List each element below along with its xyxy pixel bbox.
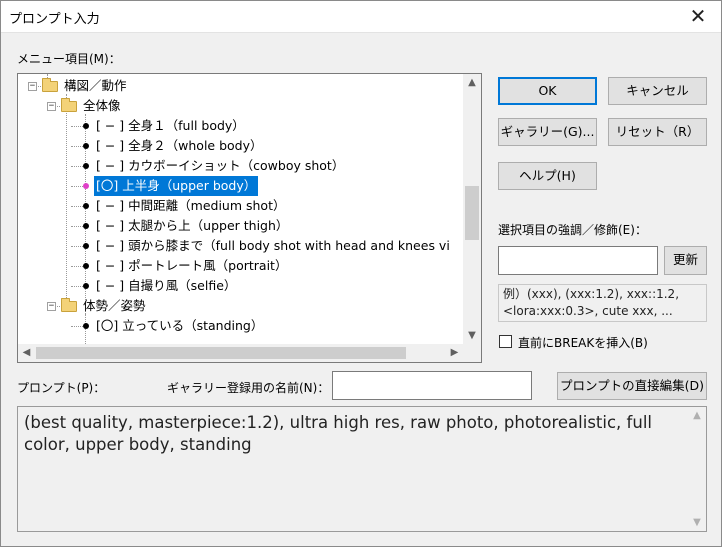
tree-node-label: [ − ] ポートレート風（portrait） (96, 258, 288, 273)
prompt-vertical-scrollbar[interactable]: ▲ ▼ (688, 407, 706, 531)
tree-node-label: [ − ] カウボーイショット（cowboy shot） (96, 158, 345, 173)
window-title: プロンプト入力 (9, 12, 100, 27)
tree-node-label: [ − ] 自撮り風（selfie） (96, 278, 237, 293)
ok-button[interactable]: OK (498, 77, 597, 105)
tree-item[interactable]: [ − ] 全身２（whole body） (18, 136, 463, 156)
tree-item[interactable]: [ − ] 中間距離（medium shot） (18, 196, 463, 216)
emphasis-input[interactable] (498, 246, 658, 275)
bullet-icon (83, 123, 89, 129)
tree-item[interactable]: [ − ] 自撮り風（selfie） (18, 276, 463, 296)
tree-node-label: 全体像 (83, 98, 121, 113)
collapse-icon[interactable]: − (28, 82, 37, 91)
scroll-up-icon[interactable]: ▲ (688, 407, 706, 424)
tree-node-label: [ − ] 全身２（whole body） (96, 138, 263, 153)
tree-node-label: [ − ] 全身１（full body） (96, 118, 245, 133)
folder-icon (42, 78, 58, 92)
vertical-scroll-thumb[interactable] (465, 185, 479, 240)
bullet-icon (83, 263, 89, 269)
collapse-icon[interactable]: − (47, 102, 56, 111)
bullet-icon (83, 163, 89, 169)
scroll-down-icon[interactable]: ▼ (688, 514, 706, 531)
scroll-left-icon[interactable]: ◀ (18, 344, 35, 362)
tree-node-label: [ − ] 中間距離（medium shot） (96, 198, 286, 213)
tree-vertical-scrollbar[interactable]: ▲ ▼ (463, 74, 481, 344)
tree-node-label: 体勢／姿勢 (83, 298, 146, 313)
tree-item[interactable]: [ − ] 頭から膝まで（full body shot with head an… (18, 236, 463, 256)
bullet-icon (83, 183, 89, 189)
tree-item[interactable]: [ − ] 全身１（full body） (18, 116, 463, 136)
update-button[interactable]: 更新 (664, 246, 707, 275)
bullet-icon (83, 203, 89, 209)
scroll-corner (463, 344, 481, 362)
tree-horizontal-scrollbar[interactable]: ◀ ▶ (18, 344, 463, 362)
prompt-textarea[interactable]: (best quality, masterpiece:1.2), ultra h… (17, 406, 707, 532)
tree-item[interactable]: [〇] 上半身（upper body） (18, 176, 463, 196)
scroll-up-icon[interactable]: ▲ (463, 74, 481, 91)
tree-folder-node[interactable]: − 構図／動作 (18, 76, 463, 96)
tree-item[interactable]: [ − ] 太腿から上（upper thigh） (18, 216, 463, 236)
tree-node-label: [〇] 上半身（upper body） (94, 176, 259, 196)
bullet-icon (83, 223, 89, 229)
cancel-button[interactable]: キャンセル (608, 77, 707, 105)
title-bar: プロンプト入力 ✕ (1, 1, 721, 33)
bullet-icon (83, 143, 89, 149)
tree-canvas: − 構図／動作 − 全体像[ − ] 全身１（full body）[ − ] 全身２（… (18, 74, 463, 344)
menu-items-label: メニュー項目(M)： (17, 52, 121, 66)
horizontal-scroll-thumb[interactable] (36, 347, 406, 359)
insert-break-checkbox[interactable] (499, 335, 512, 348)
help-button[interactable]: ヘルプ(H) (498, 162, 597, 190)
tree-node-label: [ − ] 太腿から上（upper thigh） (96, 218, 289, 233)
folder-icon (61, 98, 77, 112)
prompt-label: プロンプト(P)： (17, 381, 106, 395)
prompt-input-dialog: プロンプト入力 ✕ メニュー項目(M)： − 構図／動作 − 全体像[ − ] 全身１… (0, 0, 722, 547)
tree-node-label: 構図／動作 (64, 78, 127, 93)
tree-item[interactable]: [ − ] ポートレート風（portrait） (18, 256, 463, 276)
gallery-name-label: ギャラリー登録用の名前(N)： (167, 381, 330, 395)
bullet-icon (83, 283, 89, 289)
prompt-text[interactable]: (best quality, masterpiece:1.2), ultra h… (24, 412, 684, 456)
scroll-right-icon[interactable]: ▶ (446, 344, 463, 362)
bullet-icon (83, 243, 89, 249)
collapse-icon[interactable]: − (47, 302, 56, 311)
close-icon[interactable]: ✕ (675, 1, 721, 32)
tree-item[interactable]: [〇] 立っている（standing） (18, 316, 463, 336)
bullet-icon (83, 323, 89, 329)
emphasis-example: 例）(xxx), (xxx:1.2), xxx::1.2, <lora:xxx:… (498, 284, 707, 322)
emphasis-label: 選択項目の強調／修飾(E)： (498, 223, 647, 237)
tree-item[interactable]: [ − ] カウボーイショット（cowboy shot） (18, 156, 463, 176)
reset-button[interactable]: リセット（R） (608, 118, 707, 146)
tree-folder-node[interactable]: − 全体像 (18, 96, 463, 116)
gallery-button[interactable]: ギャラリー(G)... (498, 118, 597, 146)
folder-icon (61, 298, 77, 312)
tree-folder-node[interactable]: − 体勢／姿勢 (18, 296, 463, 316)
gallery-name-input[interactable] (332, 371, 532, 400)
scroll-down-icon[interactable]: ▼ (463, 327, 481, 344)
insert-break-label[interactable]: 直前にBREAKを挿入(B) (518, 334, 648, 351)
menu-tree[interactable]: − 構図／動作 − 全体像[ − ] 全身１（full body）[ − ] 全身２（… (17, 73, 482, 363)
tree-node-label: [ − ] 頭から膝まで（full body shot with head an… (96, 238, 450, 253)
tree-node-label: [〇] 立っている（standing） (96, 318, 264, 333)
direct-edit-button[interactable]: プロンプトの直接編集(D) (557, 372, 707, 400)
